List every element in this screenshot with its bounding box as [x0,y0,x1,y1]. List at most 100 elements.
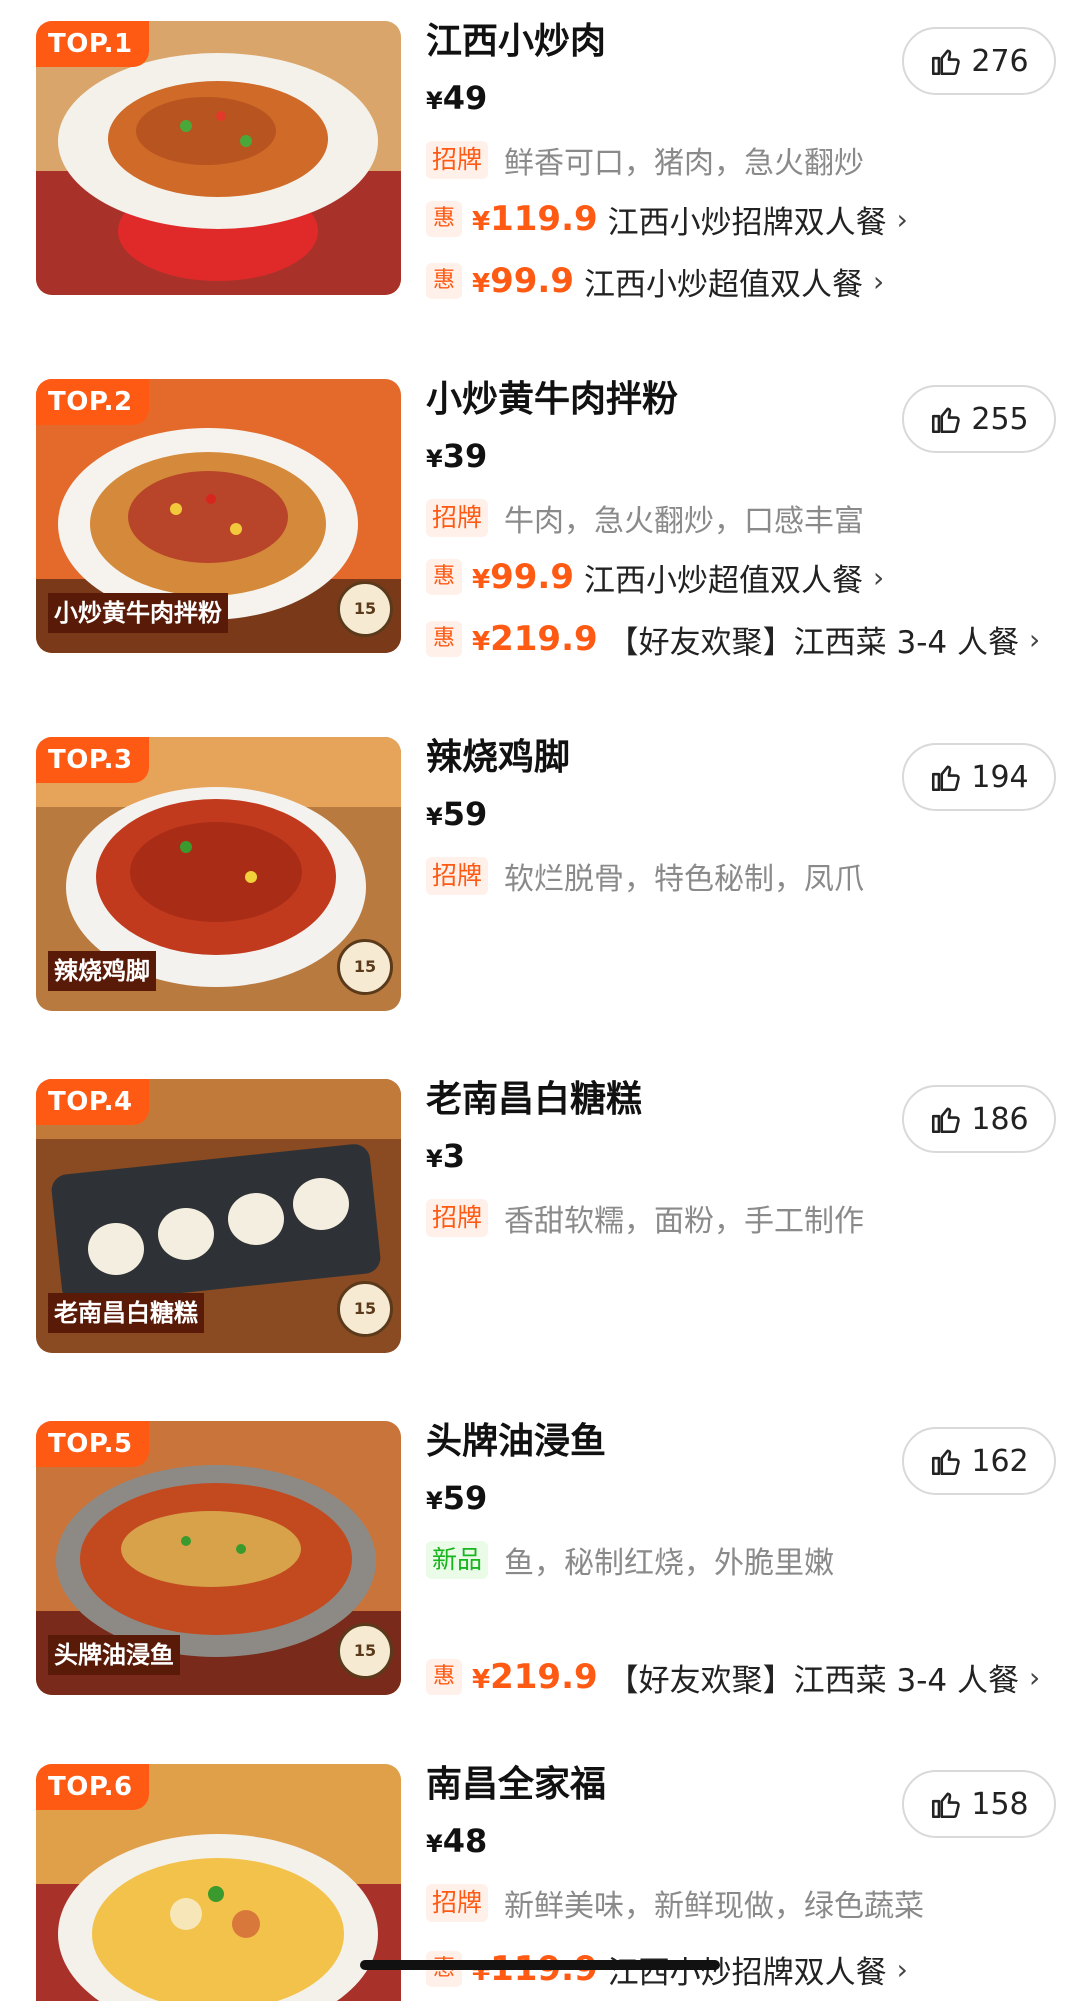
tagline: 招牌 鲜香可口，猪肉，急火翻炒 [426,140,865,181]
deal-name: 江西小炒招牌双人餐 [607,204,887,241]
dish-image[interactable]: TOP.6 [36,1764,401,2001]
dish-name[interactable]: 头牌油浸鱼 [426,1420,606,1464]
currency-symbol: ¥ [472,207,491,237]
deal-price-value: 99.9 [490,261,574,301]
rank-badge: TOP.5 [36,1421,149,1467]
dish-price: ¥39 [426,436,487,479]
deal-price-value: 219.9 [490,1657,598,1697]
chevron-right-icon: › [1028,1660,1041,1694]
dish-price: ¥3 [426,1136,465,1179]
dish-image[interactable]: TOP.5 头牌油浸鱼 15 [36,1421,401,1695]
deal-price-value: 219.9 [490,619,598,659]
like-count: 276 [971,43,1029,79]
dish-name[interactable]: 江西小炒肉 [426,20,606,64]
thumbs-up-icon [932,407,961,434]
dish-price: ¥59 [426,1478,487,1521]
dish-image[interactable]: TOP.4 老南昌白糖糕 15 [36,1079,401,1353]
new-tag: 新品 [426,1541,489,1579]
deal-name: 江西小炒超值双人餐 [583,266,863,303]
deal-price: ¥99.9 [472,557,574,597]
deal-row[interactable]: 惠 ¥219.9 【好友欢聚】江西菜 3-4 人餐 › [426,617,1040,661]
signature-tag: 招牌 [426,141,489,179]
deal-row[interactable]: 惠 ¥219.9 【好友欢聚】江西菜 3-4 人餐 › [426,1655,1040,1699]
dish-description: 软烂脱骨，特色秘制，凤爪 [504,862,865,897]
image-dish-label: 老南昌白糖糕 [48,1293,204,1333]
deal-name: 【好友欢聚】江西菜 3-4 人餐 [607,624,1019,661]
price-value: 3 [442,1137,465,1175]
deal-row[interactable]: 惠 ¥99.9 江西小炒超值双人餐 › [426,555,884,599]
currency-symbol: ¥ [472,565,491,595]
dish-ranking-list: TOP.1 江西小炒肉 ¥49 276 招牌 鲜香可口，猪肉，急火翻炒 惠 ¥1… [0,0,1080,2001]
signature-tag: 招牌 [426,857,489,895]
image-dish-label: 头牌油浸鱼 [48,1635,180,1675]
dish-price: ¥48 [426,1821,487,1864]
signature-tag: 招牌 [426,1199,489,1237]
dish-item[interactable]: TOP.1 江西小炒肉 ¥49 276 招牌 鲜香可口，猪肉，急火翻炒 惠 ¥1… [0,0,1080,344]
dish-description: 鱼，秘制红烧，外脆里嫩 [504,1546,835,1581]
like-count: 194 [971,759,1029,795]
currency-symbol: ¥ [472,269,491,299]
dish-item[interactable]: TOP.2 小炒黄牛肉拌粉 15 小炒黄牛肉拌粉 ¥39 255 招牌 牛肉，急… [0,358,1080,702]
like-button[interactable]: 194 [902,743,1056,811]
dish-description: 香甜软糯，面粉，手工制作 [504,1204,865,1239]
dish-image[interactable]: TOP.2 小炒黄牛肉拌粉 15 [36,379,401,653]
deal-price-value: 99.9 [490,557,574,597]
deal-row[interactable]: 惠 ¥99.9 江西小炒超值双人餐 › [426,259,884,303]
thumbs-up-icon [932,1107,961,1134]
price-value: 59 [442,1479,488,1517]
like-count: 158 [971,1786,1029,1822]
thumbs-up-icon [932,765,961,792]
dish-price: ¥49 [426,78,487,121]
price-value: 49 [442,79,488,117]
thumbs-up-icon [932,1792,961,1819]
currency-symbol: ¥ [426,1145,443,1173]
brand-seal: 15 [337,939,393,995]
rank-badge: TOP.3 [36,737,149,783]
dish-description: 鲜香可口，猪肉，急火翻炒 [504,146,865,181]
dish-item[interactable]: TOP.5 头牌油浸鱼 15 头牌油浸鱼 ¥59 162 新品 鱼，秘制红烧，外… [0,1400,1080,1744]
like-count: 162 [971,1443,1029,1479]
deal-price: ¥99.9 [472,261,574,301]
deal-price: ¥219.9 [472,619,598,659]
rank-badge: TOP.6 [36,1764,149,1810]
deal-badge: 惠 [426,1659,462,1695]
tagline: 招牌 牛肉，急火翻炒，口感丰富 [426,498,865,539]
dish-image[interactable]: TOP.1 [36,21,401,295]
chevron-right-icon: › [872,264,885,298]
like-button[interactable]: 255 [902,385,1056,453]
price-value: 39 [442,437,488,475]
dish-name[interactable]: 老南昌白糖糕 [426,1078,642,1122]
price-value: 48 [442,1822,488,1860]
currency-symbol: ¥ [426,445,443,473]
like-button[interactable]: 162 [902,1427,1056,1495]
chevron-right-icon: › [896,1952,908,1986]
dish-price: ¥59 [426,794,487,837]
chevron-right-icon: › [1028,622,1041,656]
deal-price-value: 119.9 [490,199,598,239]
like-button[interactable]: 158 [902,1770,1056,1838]
dish-item[interactable]: TOP.4 老南昌白糖糕 15 老南昌白糖糕 ¥3 186 招牌 香甜软糯，面粉… [0,1058,1080,1402]
currency-symbol: ¥ [426,1487,443,1515]
tagline: 新品 鱼，秘制红烧，外脆里嫩 [426,1540,835,1581]
rank-badge: TOP.4 [36,1079,149,1125]
dish-name[interactable]: 辣烧鸡脚 [426,736,570,780]
chevron-right-icon: › [896,202,908,236]
currency-symbol: ¥ [472,1665,491,1695]
tagline: 招牌 软烂脱骨，特色秘制，凤爪 [426,856,865,897]
image-dish-label: 小炒黄牛肉拌粉 [48,593,228,633]
thumbs-up-icon [932,49,961,76]
like-button[interactable]: 276 [902,27,1056,95]
deal-row[interactable]: 惠 ¥119.9 江西小炒招牌双人餐 › [426,197,908,241]
home-indicator[interactable] [360,1960,720,1970]
deal-badge: 惠 [426,201,462,237]
dish-description: 牛肉，急火翻炒，口感丰富 [504,504,865,539]
like-count: 186 [971,1101,1029,1137]
dish-name[interactable]: 南昌全家福 [426,1763,606,1807]
dish-item[interactable]: TOP.3 辣烧鸡脚 15 辣烧鸡脚 ¥59 194 招牌 软烂脱骨，特色秘制，… [0,716,1080,1060]
brand-seal: 15 [337,581,393,637]
like-button[interactable]: 186 [902,1085,1056,1153]
dish-image[interactable]: TOP.3 辣烧鸡脚 15 [36,737,401,1011]
dish-name[interactable]: 小炒黄牛肉拌粉 [426,378,678,422]
currency-symbol: ¥ [426,87,443,115]
signature-tag: 招牌 [426,1884,489,1922]
